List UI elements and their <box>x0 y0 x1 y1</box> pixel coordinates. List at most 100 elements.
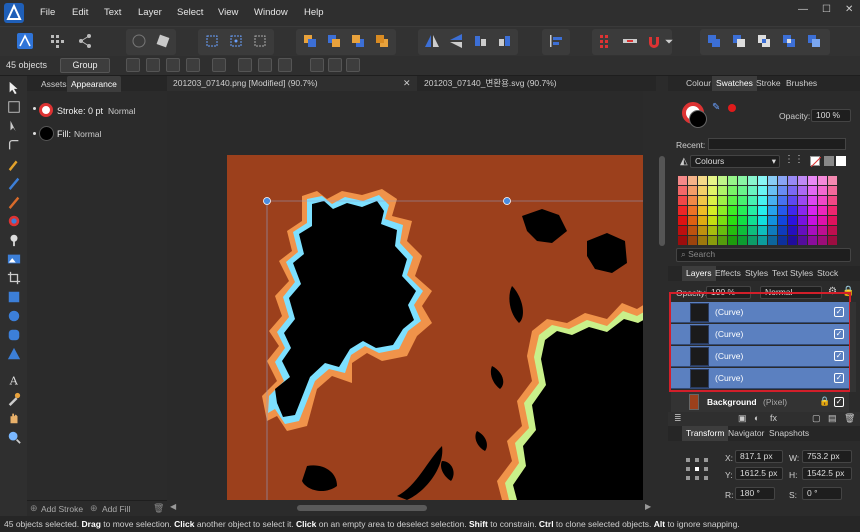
colour-swatch[interactable] <box>758 216 767 225</box>
colour-swatch[interactable] <box>678 216 687 225</box>
recent-colours[interactable] <box>708 138 846 150</box>
colour-swatch[interactable] <box>688 176 697 185</box>
swatch-search-field[interactable]: ⌕ Search <box>676 248 851 262</box>
colour-swatch[interactable] <box>808 206 817 215</box>
colour-swatch[interactable] <box>798 176 807 185</box>
colour-swatch[interactable] <box>758 196 767 205</box>
colour-swatch[interactable] <box>818 196 827 205</box>
colour-swatch[interactable] <box>788 176 797 185</box>
menu-window[interactable]: Window <box>254 7 288 18</box>
colour-swatch[interactable] <box>768 206 777 215</box>
snap-centre-icon[interactable] <box>225 30 247 52</box>
colour-swatch[interactable] <box>748 206 757 215</box>
menu-edit[interactable]: Edit <box>72 7 88 18</box>
colour-swatch[interactable] <box>758 226 767 235</box>
colour-swatch[interactable] <box>828 206 837 215</box>
colour-swatch[interactable] <box>748 176 757 185</box>
ctx-snap-icon[interactable] <box>212 58 226 72</box>
transform-w-field[interactable]: 753.2 px <box>802 450 852 463</box>
none-swatch-icon[interactable] <box>810 156 822 168</box>
pixel-persona-icon[interactable] <box>46 30 68 52</box>
grey-swatch[interactable] <box>824 156 834 166</box>
menu-help[interactable]: Help <box>304 7 324 18</box>
layers-stack-icon[interactable]: ≣ <box>674 413 682 424</box>
pencil-tool-icon[interactable] <box>6 175 22 191</box>
colour-swatch[interactable] <box>808 236 817 245</box>
colour-swatch[interactable] <box>768 176 777 185</box>
arrange-back-icon[interactable] <box>299 30 321 52</box>
add-stroke-icon[interactable]: ⊕ <box>30 503 38 514</box>
colour-swatch[interactable] <box>798 236 807 245</box>
close-icon[interactable]: ✕ <box>845 4 853 15</box>
colour-swatch[interactable] <box>768 236 777 245</box>
white-swatch[interactable] <box>836 156 846 166</box>
doc-tab-png[interactable]: 201203_07140.png [Modified] (90.7%) <box>167 76 417 91</box>
group-layer-icon[interactable]: ▤ <box>828 413 837 424</box>
colour-swatch[interactable] <box>748 186 757 195</box>
colour-swatch[interactable] <box>738 186 747 195</box>
colour-swatch[interactable] <box>778 206 787 215</box>
colour-swatch[interactable] <box>698 196 707 205</box>
palette-menu-icon[interactable]: ⋮⋮ <box>784 154 804 165</box>
colour-swatch[interactable] <box>778 186 787 195</box>
ctx-align-top-icon[interactable] <box>310 58 324 72</box>
ctx-align-bottom-icon[interactable] <box>346 58 360 72</box>
scroll-left-icon[interactable]: ◀ <box>170 502 176 511</box>
colour-picker-tool-icon[interactable] <box>6 391 22 407</box>
background-lock-icon[interactable]: 🔒 <box>819 396 830 407</box>
colour-swatch[interactable] <box>808 176 817 185</box>
ctx-transform-icon[interactable] <box>126 58 140 72</box>
colour-swatch[interactable] <box>728 186 737 195</box>
fx-icon[interactable]: fx <box>770 413 777 423</box>
rotate-left-icon[interactable] <box>469 30 491 52</box>
crop-tool-icon[interactable] <box>6 270 22 286</box>
colour-swatch[interactable] <box>738 216 747 225</box>
tab-stroke[interactable]: Stroke <box>752 76 785 91</box>
colour-swatch[interactable] <box>808 226 817 235</box>
doc-tab-svg[interactable]: 201203_07140_변환용.svg (90.7%) <box>418 76 656 91</box>
colour-swatch[interactable] <box>728 226 737 235</box>
colour-swatch[interactable] <box>778 196 787 205</box>
share-icon[interactable] <box>74 30 96 52</box>
colour-swatch[interactable] <box>788 216 797 225</box>
colour-swatch[interactable] <box>718 196 727 205</box>
align-icon[interactable] <box>545 30 567 52</box>
tab-stock[interactable]: Stock <box>813 266 842 281</box>
colour-swatch[interactable] <box>758 206 767 215</box>
colour-swatch[interactable] <box>728 216 737 225</box>
fill-blend-mode[interactable]: Normal <box>74 129 101 139</box>
flip-horizontal-icon[interactable] <box>421 30 443 52</box>
designer-persona-icon[interactable] <box>14 30 36 52</box>
colour-swatch[interactable] <box>678 186 687 195</box>
colour-swatch[interactable] <box>768 216 777 225</box>
ctx-lock-icon[interactable] <box>186 58 200 72</box>
layer-row-background[interactable]: Background (Pixel) 🔒 ✓ <box>671 392 849 412</box>
swatch-grid[interactable] <box>678 176 838 246</box>
colour-swatch[interactable] <box>708 216 717 225</box>
colour-swatch[interactable] <box>718 236 727 245</box>
colour-swatch[interactable] <box>678 206 687 215</box>
ctx-align-centre-icon[interactable] <box>258 58 272 72</box>
colour-swatch[interactable] <box>818 236 827 245</box>
transform-s-field[interactable]: 0 ° <box>802 487 842 500</box>
layers-scrollbar[interactable] <box>850 302 856 392</box>
ctx-align-middle-icon[interactable] <box>328 58 342 72</box>
fill-swatch-icon[interactable] <box>39 126 54 141</box>
boolean-add-icon[interactable] <box>703 30 725 52</box>
snap-nodes-icon[interactable] <box>249 30 271 52</box>
colour-swatch[interactable] <box>678 236 687 245</box>
add-fill-icon[interactable]: ⊕ <box>90 503 98 514</box>
transform-h-field[interactable]: 1542.5 px <box>802 467 852 480</box>
colour-swatch[interactable] <box>798 186 807 195</box>
flip-vertical-icon[interactable] <box>445 30 467 52</box>
place-image-tool-icon[interactable] <box>6 251 22 267</box>
colour-swatch[interactable] <box>748 216 757 225</box>
guides-icon[interactable] <box>619 30 641 52</box>
grid-icon[interactable] <box>595 30 617 52</box>
ctx-preview-icon[interactable] <box>146 58 160 72</box>
colour-swatch[interactable] <box>768 186 777 195</box>
colour-swatch[interactable] <box>768 196 777 205</box>
colour-swatch[interactable] <box>818 186 827 195</box>
menu-file[interactable]: File <box>40 7 55 18</box>
colour-swatch[interactable] <box>688 196 697 205</box>
